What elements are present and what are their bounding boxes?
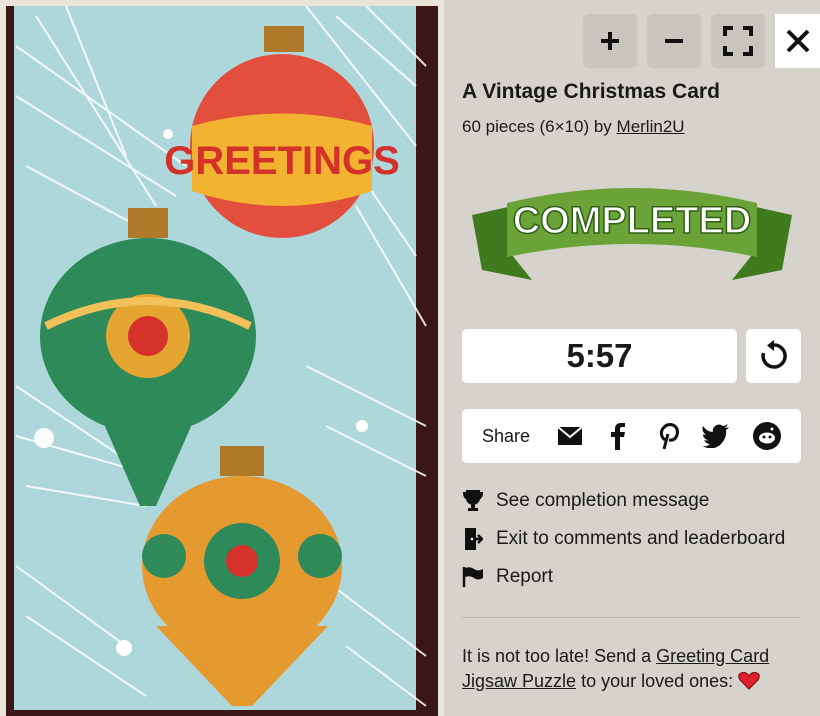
plus-icon [601, 32, 619, 50]
side-panel: A Vintage Christmas Card 60 pieces (6×10… [444, 0, 820, 716]
zoom-in-button[interactable] [583, 14, 637, 68]
share-bar: Share [462, 409, 801, 463]
share-label: Share [482, 426, 531, 446]
pinterest-icon[interactable] [654, 422, 682, 450]
facebook-icon[interactable] [604, 422, 632, 450]
minus-icon [665, 39, 683, 43]
promo-prefix: It is not too late! Send a [462, 646, 652, 666]
divider [462, 617, 801, 618]
completion-message-link[interactable]: See completion message [462, 490, 709, 512]
heart-icon [738, 671, 760, 691]
promo-suffix: to your loved ones: [581, 671, 734, 691]
close-button[interactable] [775, 14, 820, 68]
exit-comments-label: Exit to comments and leaderboard [496, 528, 786, 549]
completed-banner: COMPLETED [472, 188, 792, 280]
puzzle-area: GREETINGS [0, 0, 444, 716]
trophy-icon [462, 490, 484, 512]
report-label: Report [496, 566, 554, 587]
restart-icon [760, 340, 787, 369]
puzzle-image: GREETINGS [6, 6, 438, 716]
timer-display: 5:57 [462, 329, 737, 383]
puzzle-meta: 60 pieces (6×10) by Merlin2U [462, 117, 685, 137]
fullscreen-button[interactable] [711, 14, 765, 68]
restart-button[interactable] [746, 329, 801, 383]
completion-message-label: See completion message [496, 490, 710, 511]
ornament-greetings-text: GREETINGS [164, 139, 400, 183]
close-icon [786, 29, 809, 53]
report-link[interactable]: Report [462, 566, 553, 588]
fullscreen-icon [723, 26, 753, 56]
zoom-out-button[interactable] [647, 14, 701, 68]
exit-icon [462, 528, 484, 550]
exit-comments-link[interactable]: Exit to comments and leaderboard [462, 528, 785, 550]
author-link[interactable]: Merlin2U [617, 117, 685, 136]
pieces-info: 60 pieces (6×10) by [462, 117, 612, 136]
completed-label: COMPLETED [513, 200, 752, 242]
reddit-icon[interactable] [753, 422, 781, 450]
twitter-icon[interactable] [702, 422, 730, 450]
promo-text: It is not too late! Send a Greeting Card… [462, 644, 782, 694]
mail-icon[interactable] [556, 422, 584, 450]
flag-icon [462, 566, 484, 588]
puzzle-title: A Vintage Christmas Card [462, 80, 720, 103]
